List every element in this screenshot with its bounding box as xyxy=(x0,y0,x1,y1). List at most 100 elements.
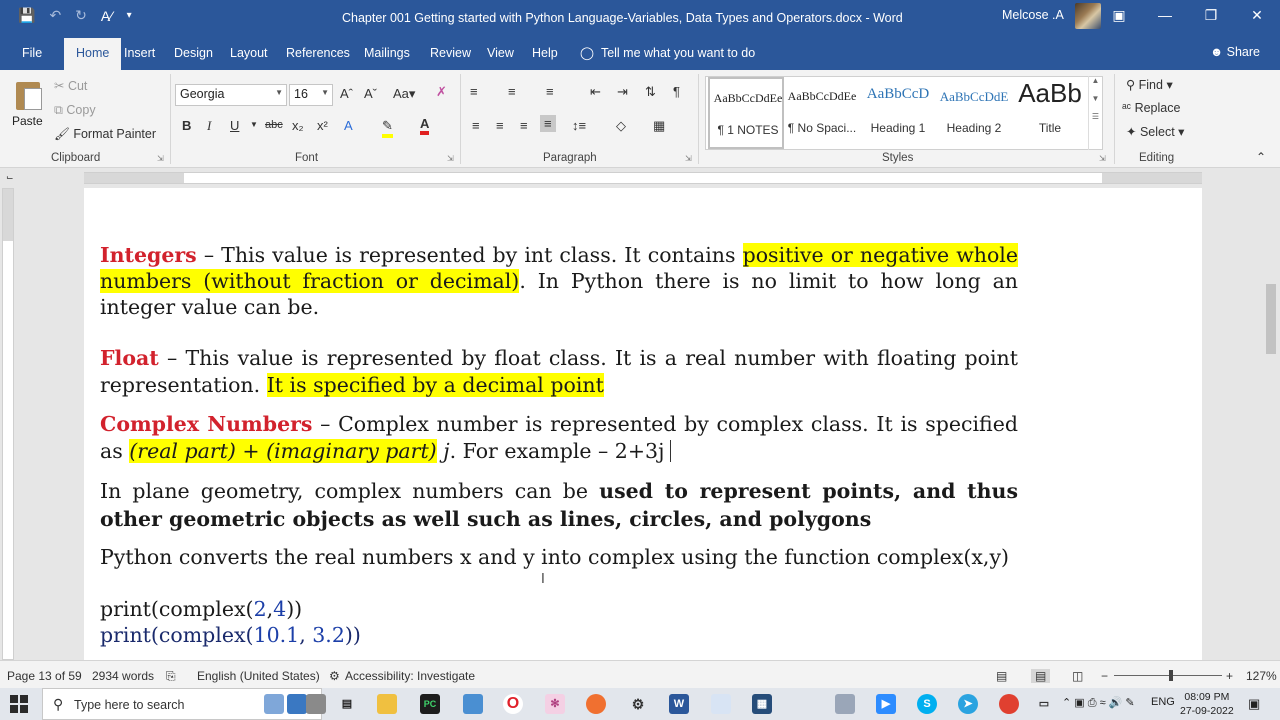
app-icon[interactable] xyxy=(306,694,326,714)
tab-home[interactable]: Home xyxy=(64,38,122,70)
decrease-indent-icon[interactable]: ⇤ xyxy=(590,84,601,100)
paint-icon[interactable]: ✻ xyxy=(545,694,565,714)
shading-icon[interactable]: ◇ xyxy=(616,118,626,134)
copy-button[interactable]: ⧉ Copy xyxy=(54,103,96,118)
zoom-slider[interactable] xyxy=(1114,675,1222,676)
numbering-icon[interactable]: ≡ xyxy=(508,84,516,99)
word-icon[interactable]: W xyxy=(669,694,689,714)
font-launcher-icon[interactable]: ⇲ xyxy=(447,154,454,163)
read-mode-icon[interactable]: ▤ xyxy=(996,669,1007,683)
input-language[interactable]: ENG xyxy=(1151,696,1175,708)
paragraph-geometry[interactable]: In plane geometry, complex numbers can b… xyxy=(100,477,1018,533)
telegram-icon[interactable]: ➤ xyxy=(958,694,978,714)
change-case-icon[interactable]: Aa▾ xyxy=(393,86,415,102)
chevron-down-icon[interactable]: ▼ xyxy=(250,120,258,129)
ribbon-display-icon[interactable]: ▣ xyxy=(1096,0,1142,30)
app-icon[interactable] xyxy=(463,694,483,714)
tab-design[interactable]: Design xyxy=(174,46,213,60)
styles-launcher-icon[interactable]: ⇲ xyxy=(1099,154,1106,163)
close-icon[interactable]: ✕ xyxy=(1234,0,1280,30)
collapse-ribbon-icon[interactable]: ⌃ xyxy=(1256,150,1266,164)
style-notes[interactable]: AaBbCcDdEe ¶ 1 NOTES xyxy=(708,77,784,149)
superscript-icon[interactable]: x² xyxy=(317,118,328,133)
paragraph-complex-function[interactable]: Python converts the real numbers x and y… xyxy=(100,544,1018,570)
skype-icon[interactable]: S xyxy=(917,694,937,714)
tab-references[interactable]: References xyxy=(286,46,350,60)
style-heading-2[interactable]: AaBbCcDdE Heading 2 xyxy=(936,77,1012,149)
share-button[interactable]: ☻ Share xyxy=(1210,45,1260,59)
vertical-scrollbar[interactable] xyxy=(1262,188,1280,660)
paragraph-complex[interactable]: Complex Numbers – Complex number is repr… xyxy=(100,411,1018,465)
tab-file[interactable]: File xyxy=(22,46,42,60)
paste-icon[interactable] xyxy=(14,78,44,112)
bullets-icon[interactable]: ≡ xyxy=(470,84,478,99)
language-indicator[interactable]: English (United States) xyxy=(197,669,320,683)
app-icon[interactable]: ▭ xyxy=(1034,694,1054,714)
print-layout-icon[interactable]: ▤ xyxy=(1031,669,1051,683)
paragraph-float[interactable]: Float – This value is represented by flo… xyxy=(100,345,1018,399)
accessibility-icon[interactable]: ⚙ xyxy=(329,669,340,683)
horizontal-ruler[interactable] xyxy=(84,172,1202,184)
clear-formatting-icon[interactable]: ✗ xyxy=(436,84,447,100)
save-icon[interactable]: 💾 xyxy=(18,7,35,24)
italic-icon[interactable]: I xyxy=(207,118,211,134)
widget-icon[interactable] xyxy=(264,694,284,714)
select-button[interactable]: ✦ Select ▾ xyxy=(1126,124,1184,139)
paste-button[interactable]: Paste xyxy=(12,114,43,128)
undo-icon[interactable]: ↶ xyxy=(49,7,61,24)
code-line[interactable]: print(complex(10.1, 3.2)) xyxy=(100,622,1018,648)
subscript-icon[interactable]: x₂ xyxy=(292,118,304,133)
zoom-out-icon[interactable]: − xyxy=(1101,669,1108,683)
tab-insert[interactable]: Insert xyxy=(124,46,155,60)
code-line[interactable]: print(complex(2,4)) xyxy=(100,596,1018,622)
app-icon[interactable] xyxy=(287,694,307,714)
highlight-icon[interactable]: ✎ xyxy=(382,118,393,138)
zoom-level[interactable]: 127% xyxy=(1246,669,1277,683)
minimize-icon[interactable]: — xyxy=(1142,0,1188,30)
maximize-icon[interactable]: ❐ xyxy=(1188,0,1234,30)
proofing-icon[interactable]: ⎘ xyxy=(166,669,176,684)
font-size-combo[interactable]: 16 ▼ xyxy=(289,84,333,106)
tab-help[interactable]: Help xyxy=(532,46,558,60)
font-name-combo[interactable]: Georgia ▼ xyxy=(175,84,287,106)
grow-font-icon[interactable]: Aˆ xyxy=(340,86,353,101)
align-left-icon[interactable]: ≡ xyxy=(472,118,480,133)
bold-icon[interactable]: B xyxy=(182,118,191,133)
tell-me-box[interactable]: ◯ Tell me what you want to do xyxy=(580,45,755,60)
format-icon[interactable]: A⁄ xyxy=(101,8,113,24)
tab-review[interactable]: Review xyxy=(430,46,471,60)
style-no-spacing[interactable]: AaBbCcDdEe ¶ No Spaci... xyxy=(784,77,860,149)
notifications-icon[interactable]: ▣ xyxy=(1248,696,1260,712)
app-icon[interactable] xyxy=(835,694,855,714)
sort-icon[interactable]: ⇅ xyxy=(645,84,656,100)
shrink-font-icon[interactable]: Aˇ xyxy=(364,86,377,101)
chrome-icon[interactable] xyxy=(999,694,1019,714)
multilevel-list-icon[interactable]: ≡ xyxy=(546,84,554,99)
zoom-in-icon[interactable]: + xyxy=(1226,669,1233,683)
page-count[interactable]: Page 13 of 59 xyxy=(7,669,82,683)
windows-start-icon[interactable] xyxy=(10,695,28,713)
format-painter-button[interactable]: 🖌 Format Painter xyxy=(54,127,156,142)
task-view-icon[interactable]: ▤ xyxy=(337,694,357,714)
clipboard-launcher-icon[interactable]: ⇲ xyxy=(157,154,164,163)
file-explorer-icon[interactable] xyxy=(377,694,397,714)
align-center-icon[interactable]: ≡ xyxy=(496,118,504,133)
app-icon[interactable] xyxy=(711,694,731,714)
redo-icon[interactable]: ↻ xyxy=(75,7,87,24)
style-title[interactable]: AaBb Title xyxy=(1012,77,1088,149)
tab-view[interactable]: View xyxy=(487,46,514,60)
vertical-ruler[interactable] xyxy=(2,188,14,660)
line-spacing-icon[interactable]: ↕≡ xyxy=(572,118,586,133)
underline-icon[interactable]: U xyxy=(230,118,239,133)
zoom-slider-thumb[interactable] xyxy=(1169,670,1173,681)
zoom-app-icon[interactable]: ▶ xyxy=(876,694,896,714)
replace-button[interactable]: ᵃᶜ Replace xyxy=(1122,101,1180,115)
pycharm-icon[interactable]: PC xyxy=(420,694,440,714)
web-layout-icon[interactable]: ◫ xyxy=(1072,669,1083,683)
justify-icon[interactable]: ≡ xyxy=(540,115,556,132)
gallery-scroll[interactable]: ▲ ▼ ☰ xyxy=(1088,76,1102,150)
word-count[interactable]: 2934 words xyxy=(92,669,154,683)
customize-qat-icon[interactable]: ▾ xyxy=(127,10,132,21)
show-formatting-icon[interactable]: ¶ xyxy=(673,84,680,99)
opera-icon[interactable]: O xyxy=(503,694,523,714)
